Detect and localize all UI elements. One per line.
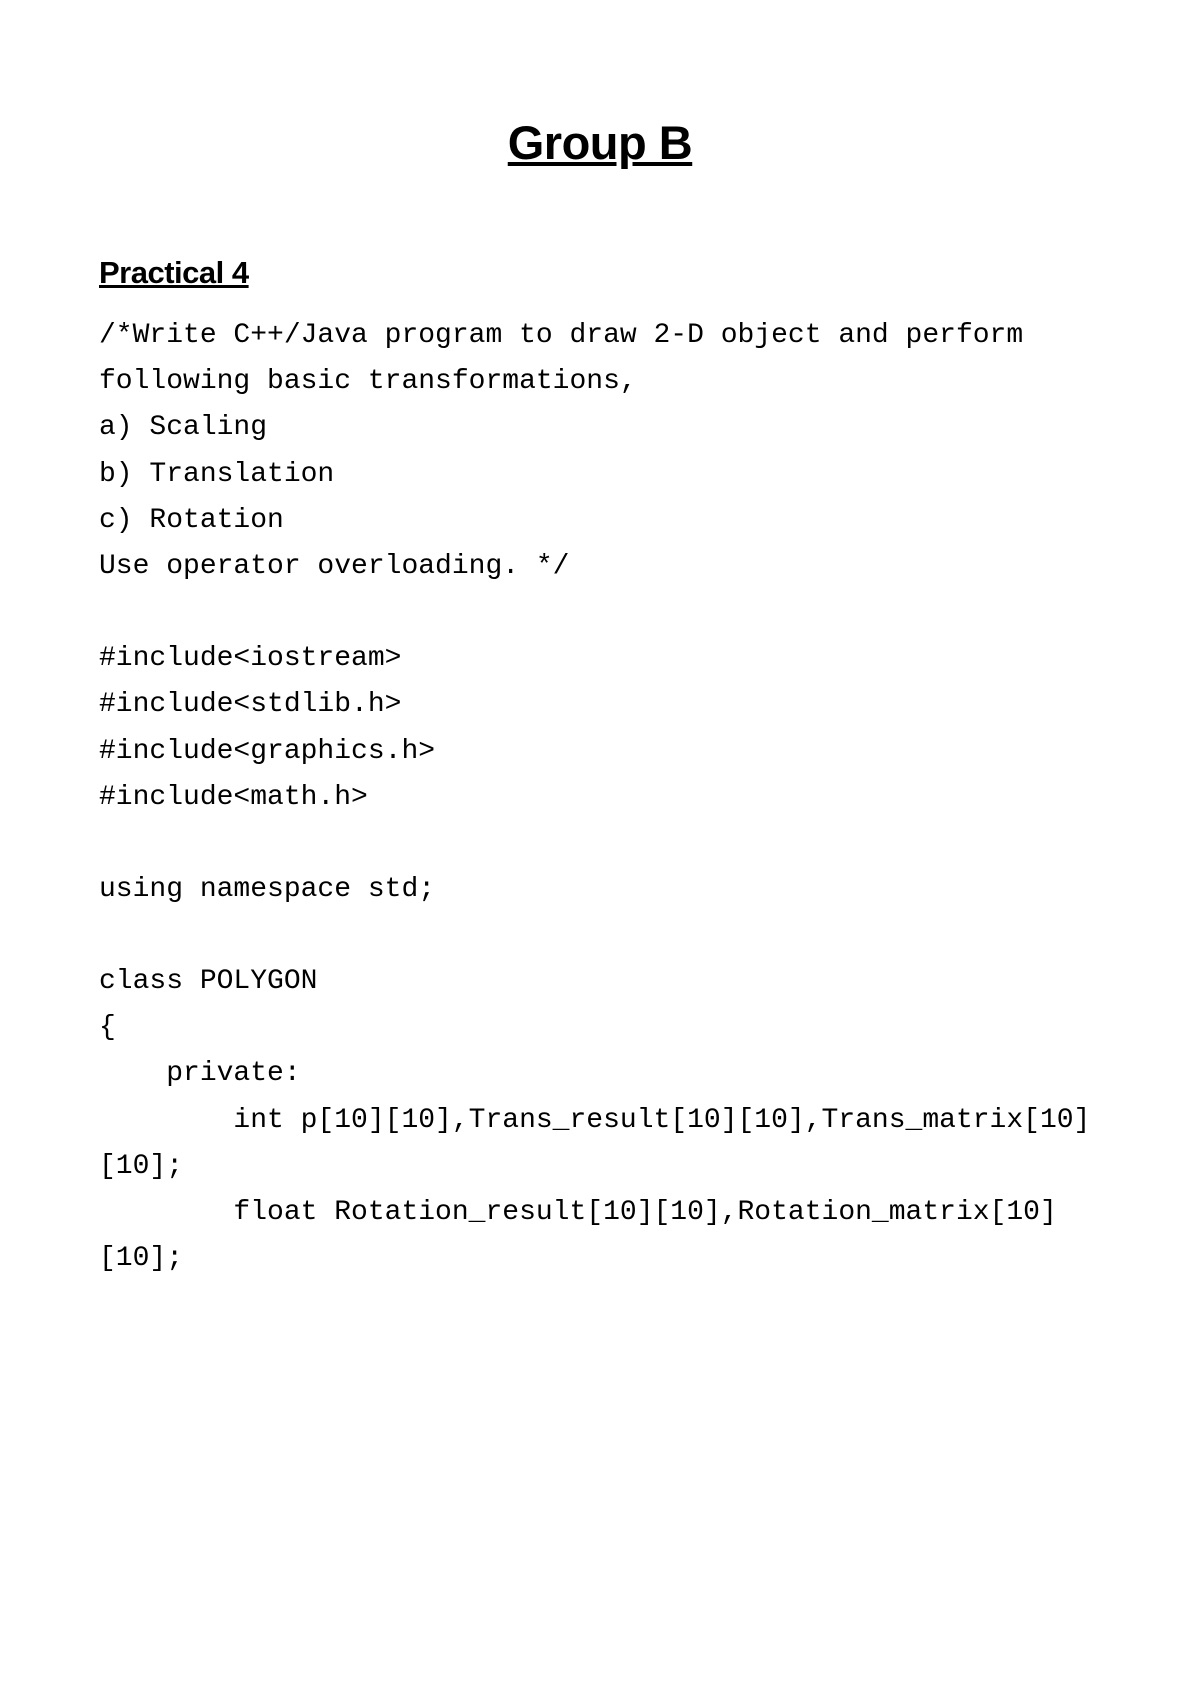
code-line: { <box>99 1005 1101 1051</box>
code-line: int p[10][10],Trans_result[10][10],Trans… <box>99 1098 1101 1190</box>
code-line: #include<stdlib.h> <box>99 682 1101 728</box>
code-line: Use operator overloading. */ <box>99 544 1101 590</box>
code-line: float Rotation_result[10][10],Rotation_m… <box>99 1190 1101 1282</box>
code-line: #include<math.h> <box>99 775 1101 821</box>
code-line: using namespace std; <box>99 867 1101 913</box>
section-heading: Practical 4 <box>99 255 1101 291</box>
code-line: c) Rotation <box>99 498 1101 544</box>
document-title: Group B <box>99 115 1101 170</box>
code-line: private: <box>99 1051 1101 1097</box>
code-line: b) Translation <box>99 452 1101 498</box>
code-line: a) Scaling <box>99 405 1101 451</box>
code-line: class POLYGON <box>99 959 1101 1005</box>
code-line: #include<iostream> <box>99 636 1101 682</box>
code-content: /*Write C++/Java program to draw 2-D obj… <box>99 313 1101 1282</box>
code-line: #include<graphics.h> <box>99 729 1101 775</box>
code-line: /*Write C++/Java program to draw 2-D obj… <box>99 313 1101 405</box>
